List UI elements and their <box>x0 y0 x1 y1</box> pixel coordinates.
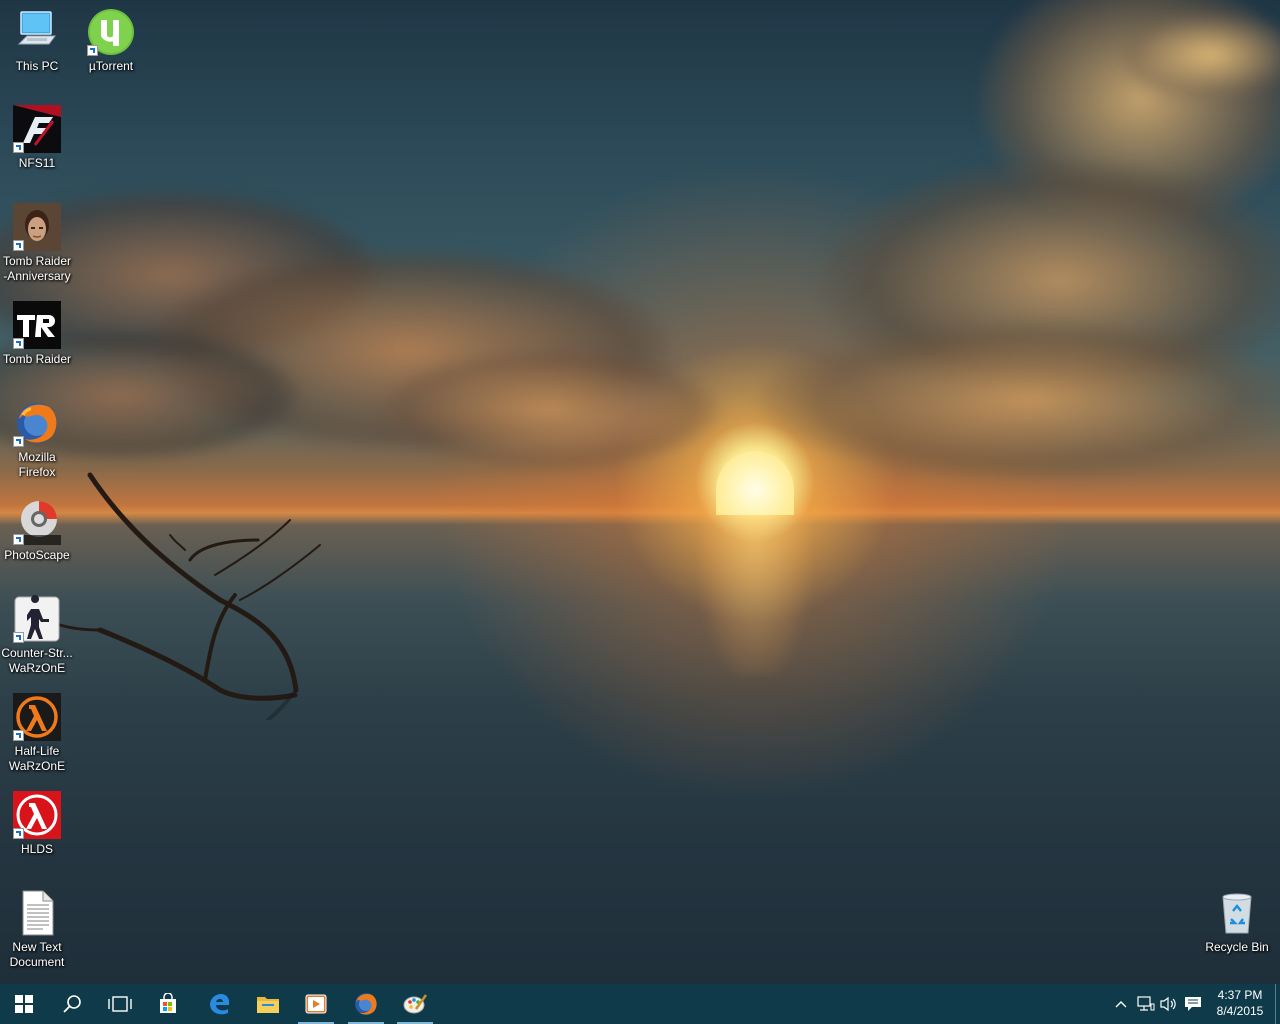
icon-label: NFS11 <box>18 156 56 170</box>
edge-button[interactable] <box>195 984 243 1024</box>
tomb-raider-icon <box>13 301 61 349</box>
icon-label: Half-Life WaRzOnE <box>8 744 66 773</box>
desktop-icon-recycle-bin[interactable]: Recycle Bin <box>1200 889 1274 955</box>
half-life-icon <box>13 693 61 741</box>
desktop-icon-new-text-document[interactable]: New Text Document <box>0 889 74 970</box>
media-player-button[interactable] <box>292 984 340 1024</box>
nfs-icon <box>13 105 61 153</box>
shortcut-arrow-icon <box>13 240 24 251</box>
shortcut-arrow-icon <box>13 730 24 741</box>
desktop-icon-half-life[interactable]: Half-Life WaRzOnE <box>0 693 74 774</box>
show-hidden-icons-button[interactable] <box>1110 984 1132 1024</box>
desktop-icon-nfs11[interactable]: NFS11 <box>0 105 74 171</box>
shortcut-arrow-icon <box>13 338 24 349</box>
task-view-button[interactable] <box>96 984 144 1024</box>
shortcut-arrow-icon <box>87 45 98 56</box>
desktop-icon-this-pc[interactable]: This PC <box>0 8 74 74</box>
volume-button[interactable] <box>1158 984 1180 1024</box>
edge-icon <box>210 994 230 1015</box>
chevron-up-icon <box>1115 1001 1127 1008</box>
store-button[interactable] <box>144 984 192 1024</box>
folder-icon <box>257 997 279 1013</box>
network-button[interactable] <box>1134 984 1158 1024</box>
paint-icon <box>403 994 428 1014</box>
icon-label: Recycle Bin <box>1205 940 1269 954</box>
volume-icon <box>1160 996 1176 1012</box>
store-icon <box>160 993 176 1013</box>
action-center-button[interactable] <box>1181 984 1205 1024</box>
icon-label: Counter-Str... WaRzOnE <box>1 646 73 675</box>
desktop-icon-mozilla-firefox[interactable]: Mozilla Firefox <box>0 399 74 480</box>
icon-label: µTorrent <box>88 59 134 73</box>
shortcut-arrow-icon <box>13 142 24 153</box>
search-button[interactable] <box>48 984 96 1024</box>
clock-date: 8/4/2015 <box>1216 1004 1264 1018</box>
icon-label: HLDS <box>20 842 53 856</box>
utorrent-icon <box>87 8 135 56</box>
icon-label: New Text Document <box>9 940 65 969</box>
task-view-icon <box>108 996 132 1012</box>
firefox-taskbar-button[interactable] <box>342 984 390 1024</box>
counter-strike-icon <box>13 595 61 643</box>
desktop-icon-tomb-raider-anniversary[interactable]: Tomb Raider -Anniversary <box>0 203 74 284</box>
desktop-icon-tomb-raider[interactable]: Tomb Raider <box>0 301 74 367</box>
shortcut-arrow-icon <box>13 436 24 447</box>
clock-time: 4:37 PM <box>1217 988 1263 1002</box>
photoscape-icon <box>13 497 61 545</box>
shortcut-arrow-icon <box>13 828 24 839</box>
start-button[interactable] <box>0 984 48 1024</box>
network-icon <box>1137 996 1155 1011</box>
hlds-icon <box>13 791 61 839</box>
computer-icon <box>13 8 61 56</box>
tomb-raider-anniversary-icon <box>13 203 61 251</box>
icon-label: Mozilla Firefox <box>18 450 56 479</box>
media-player-icon <box>305 994 327 1014</box>
search-icon <box>63 995 81 1013</box>
shortcut-arrow-icon <box>13 534 24 545</box>
firefox-icon <box>355 993 377 1015</box>
desktop-icon-photoscape[interactable]: PhotoScape <box>0 497 74 563</box>
show-desktop-button[interactable] <box>1275 984 1280 1024</box>
icon-label: PhotoScape <box>4 548 70 562</box>
desktop[interactable]: This PC µTorrent NFS11 Tomb Raider -Anni… <box>0 0 1280 984</box>
windows-logo-icon <box>15 995 33 1013</box>
taskbar: 4:37 PM 8/4/2015 <box>0 984 1280 1024</box>
action-center-icon <box>1185 997 1201 1011</box>
shortcut-arrow-icon <box>13 632 24 643</box>
firefox-icon <box>13 399 61 447</box>
clock[interactable]: 4:37 PM 8/4/2015 <box>1206 987 1274 1019</box>
desktop-icon-hlds[interactable]: HLDS <box>0 791 74 857</box>
paint-button[interactable] <box>391 984 439 1024</box>
recycle-bin-icon <box>1213 889 1261 937</box>
icon-label: Tomb Raider -Anniversary <box>2 254 72 283</box>
icon-label: This PC <box>15 59 59 73</box>
desktop-icon-counter-strike[interactable]: Counter-Str... WaRzOnE <box>0 595 74 676</box>
icon-label: Tomb Raider <box>2 352 72 366</box>
text-document-icon <box>13 889 61 937</box>
desktop-icon-utorrent[interactable]: µTorrent <box>74 8 148 74</box>
file-explorer-button[interactable] <box>244 984 292 1024</box>
